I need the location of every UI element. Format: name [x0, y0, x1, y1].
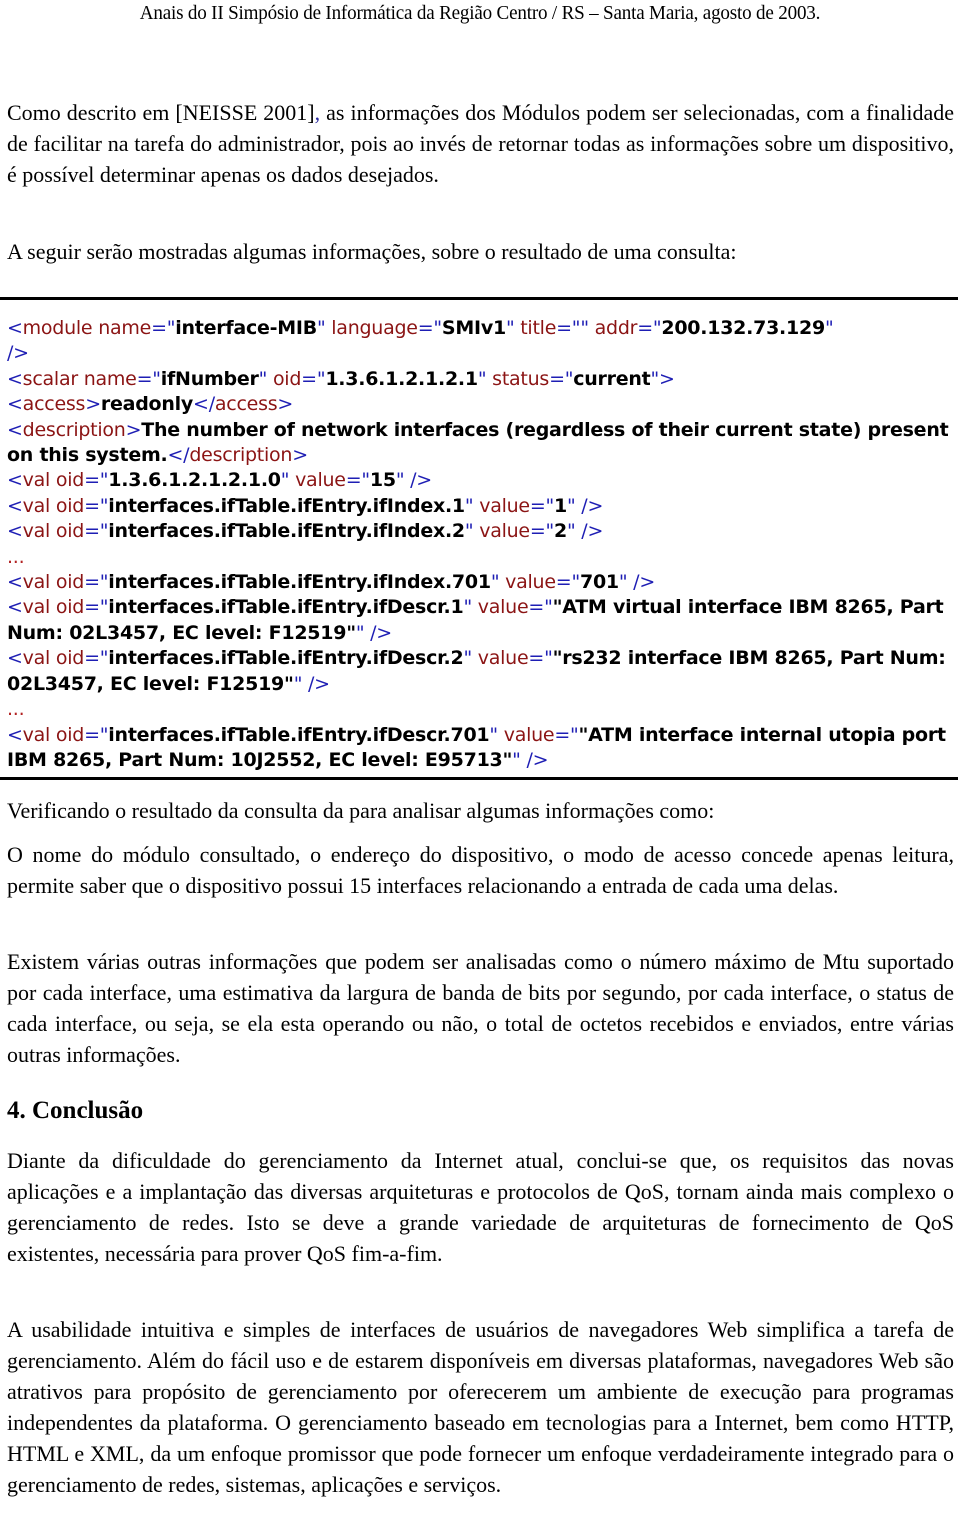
- code-line-val: <val oid="interfaces.ifTable.ifEntry.ifD…: [7, 596, 950, 644]
- code-top-rule: [0, 297, 958, 300]
- code-ellipsis: ...: [7, 545, 25, 568]
- code-line-description: <description>The number of network inter…: [7, 418, 955, 467]
- section-heading: 4. Conclusão: [7, 1097, 143, 1125]
- conclusion-paragraph-1: Diante da dificuldade do gerenciamento d…: [7, 1148, 954, 1266]
- code-line-val: <val oid="interfaces.ifTable.ifEntry.ifD…: [7, 723, 953, 771]
- after-code-paragraph: Verificando o resultado da consulta da p…: [7, 798, 715, 823]
- section-number: 4.: [7, 1097, 26, 1124]
- code-line-access: <access>readonly</access>: [7, 393, 294, 416]
- lead-in-paragraph: A seguir serão mostradas algumas informa…: [7, 239, 737, 264]
- others-paragraph: Existem várias outras informações que po…: [7, 949, 954, 1067]
- section-title: Conclusão: [32, 1097, 144, 1124]
- running-header: Anais do II Simpósio de Informática da R…: [139, 2, 821, 24]
- code-line-val: <val oid="interfaces.ifTable.ifEntry.ifI…: [7, 520, 604, 543]
- conclusion-paragraph-2: A usabilidade intuitiva e simples de int…: [7, 1317, 954, 1497]
- val-lines: <val oid="1.3.6.1.2.1.2.1.0" value="15" …: [7, 468, 957, 773]
- code-bottom-rule: [0, 777, 958, 780]
- code-line-val: <val oid="interfaces.ifTable.ifEntry.ifI…: [7, 494, 604, 517]
- intro-text: Como descrito em [NEISSE 2001]: [7, 100, 315, 125]
- code-line-module: <module name="interface-MIB" language="S…: [7, 317, 834, 365]
- summary-paragraph: O nome do módulo consultado, o endereço …: [7, 842, 954, 898]
- code-line-val: <val oid="interfaces.ifTable.ifEntry.ifI…: [7, 571, 655, 594]
- code-listing: <module name="interface-MIB" language="S…: [7, 316, 957, 773]
- intro-paragraph: Como descrito em [NEISSE 2001], as infor…: [7, 97, 954, 190]
- code-ellipsis: ...: [7, 698, 25, 721]
- code-line-val: <val oid="1.3.6.1.2.1.2.1.0" value="15" …: [7, 469, 432, 492]
- code-line-scalar: <scalar name="ifNumber" oid="1.3.6.1.2.1…: [7, 367, 675, 390]
- code-line-val: <val oid="interfaces.ifTable.ifEntry.ifD…: [7, 647, 952, 695]
